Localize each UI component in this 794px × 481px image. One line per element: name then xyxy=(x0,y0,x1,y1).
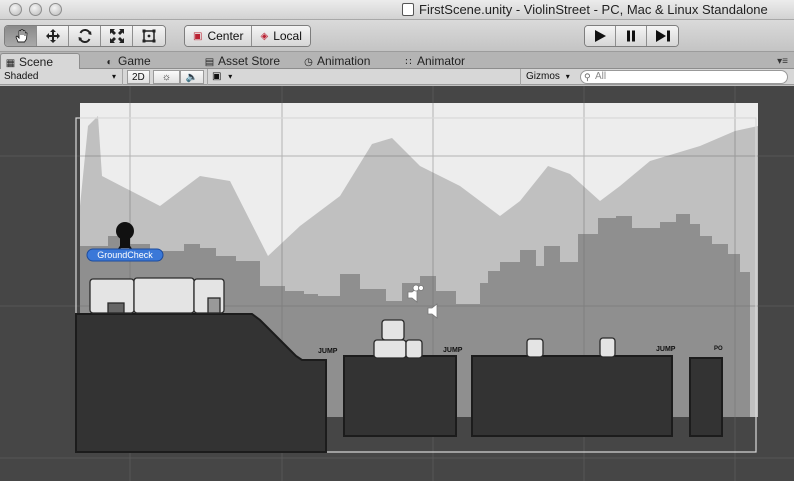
editor-tabs: ▦ Scene ◐ Game ▤ Asset Store ◷ Animation ∷ An… xyxy=(0,52,794,69)
dropdown-arrow-icon: ▾ xyxy=(228,72,233,81)
crate-stack-left xyxy=(89,277,225,314)
tab-scene[interactable]: ▦ Scene xyxy=(0,53,80,69)
speaker-icon: 🔈 xyxy=(185,72,199,83)
tab-animation[interactable]: ◷ Animation xyxy=(299,53,370,69)
draw-mode-dropdown[interactable]: Shaded ▾ xyxy=(4,70,118,84)
play-icon xyxy=(595,30,606,42)
hand-tool-button[interactable] xyxy=(5,26,37,46)
rect-tool-button[interactable] xyxy=(133,26,165,46)
rect-tool-icon xyxy=(142,29,156,43)
scene-toolbar: Shaded ▾ 2D ☼ 🔈 ▣ ▾ Gizmos ▾ ⚲ All xyxy=(0,69,794,85)
jump-label: JUMP xyxy=(656,346,676,353)
pivot-toggle-group: ▣ Center ◈ Local xyxy=(184,25,311,47)
scale-tool-button[interactable] xyxy=(101,26,133,46)
effects-dropdown[interactable]: ▣ ▾ xyxy=(212,70,232,84)
jump-label: JUMP xyxy=(443,347,463,354)
move-tool-button[interactable] xyxy=(37,26,69,46)
audio-toggle-button[interactable]: 🔈 xyxy=(180,70,204,84)
hierarchy-search-input[interactable]: ⚲ All xyxy=(580,70,788,84)
toggle-2d-button[interactable]: 2D xyxy=(127,70,150,84)
pivot-center-label: Center xyxy=(207,29,244,43)
rotate-tool-button[interactable] xyxy=(69,26,101,46)
rotate-tool-icon xyxy=(78,28,91,44)
scene-canvas[interactable]: JUMP JUMP JUMP PO GroundCheck xyxy=(0,86,794,481)
unity-document-icon xyxy=(402,3,414,16)
lighting-toggle-button[interactable]: ☼ xyxy=(153,70,180,84)
dropdown-arrow-icon: ▾ xyxy=(111,72,116,81)
tab-scene-label: Scene xyxy=(19,55,54,69)
title-bar: FirstScene.unity - ViolinStreet - PC, Ma… xyxy=(0,0,794,20)
ground-platform-2 xyxy=(471,355,673,437)
pivot-local-label: Local xyxy=(273,29,302,43)
pivot-local-icon: ◈ xyxy=(260,30,269,42)
dropdown-arrow-icon: ▾ xyxy=(565,72,570,81)
ground-check-text: GroundCheck xyxy=(97,250,153,260)
draw-mode-label: Shaded xyxy=(4,71,39,82)
play-button[interactable] xyxy=(585,26,616,46)
step-icon xyxy=(655,30,670,42)
step-button[interactable] xyxy=(647,26,678,46)
tab-animator[interactable]: ∷ Animator xyxy=(399,53,465,69)
ground-check-label[interactable]: GroundCheck xyxy=(86,248,164,262)
divider xyxy=(122,69,123,85)
playback-controls xyxy=(584,25,679,47)
pause-button[interactable] xyxy=(616,26,647,46)
gizmos-label: Gizmos xyxy=(526,71,560,82)
jump-label: JUMP xyxy=(318,348,338,355)
ground-platform-1 xyxy=(343,355,457,437)
pause-icon xyxy=(627,30,635,42)
tab-animator-label: Animator xyxy=(417,54,466,68)
hand-tool-icon xyxy=(14,28,27,43)
tab-animation-label: Animation xyxy=(317,54,371,68)
ground-platform-3 xyxy=(689,357,723,437)
minimize-window-button[interactable] xyxy=(29,3,42,16)
transform-tools xyxy=(4,25,166,47)
scale-tool-icon xyxy=(109,29,124,43)
pivot-center-icon: ▣ xyxy=(193,30,203,42)
window-title-text: FirstScene.unity - ViolinStreet - PC, Ma… xyxy=(419,2,768,17)
divider xyxy=(207,69,208,85)
search-placeholder: All xyxy=(595,71,607,82)
tab-game[interactable]: ◐ Game xyxy=(100,53,151,69)
tab-asset-store[interactable]: ▤ Asset Store xyxy=(200,53,280,69)
pivot-local-button[interactable]: ◈ Local xyxy=(252,26,310,46)
scene-viewport[interactable]: JUMP JUMP JUMP PO GroundCheck xyxy=(0,86,794,481)
image-icon: ▣ xyxy=(212,71,222,82)
sun-icon: ☼ xyxy=(161,72,172,83)
tab-game-label: Game xyxy=(118,54,151,68)
divider xyxy=(520,69,521,85)
jump-label-partial: PO xyxy=(714,346,723,352)
search-icon: ⚲ xyxy=(584,72,591,82)
zoom-window-button[interactable] xyxy=(49,3,62,16)
tab-asset-store-label: Asset Store xyxy=(218,54,281,68)
close-window-button[interactable] xyxy=(9,3,22,16)
move-tool-icon xyxy=(45,29,60,43)
toggle-2d-label: 2D xyxy=(132,72,145,83)
window-title: FirstScene.unity - ViolinStreet - PC, Ma… xyxy=(402,2,768,17)
pivot-center-button[interactable]: ▣ Center xyxy=(185,26,253,46)
tab-menu-icon[interactable]: ▾≡ xyxy=(777,56,788,67)
main-toolbar: ▣ Center ◈ Local xyxy=(0,20,794,52)
gizmos-dropdown[interactable]: Gizmos ▾ xyxy=(526,70,570,84)
